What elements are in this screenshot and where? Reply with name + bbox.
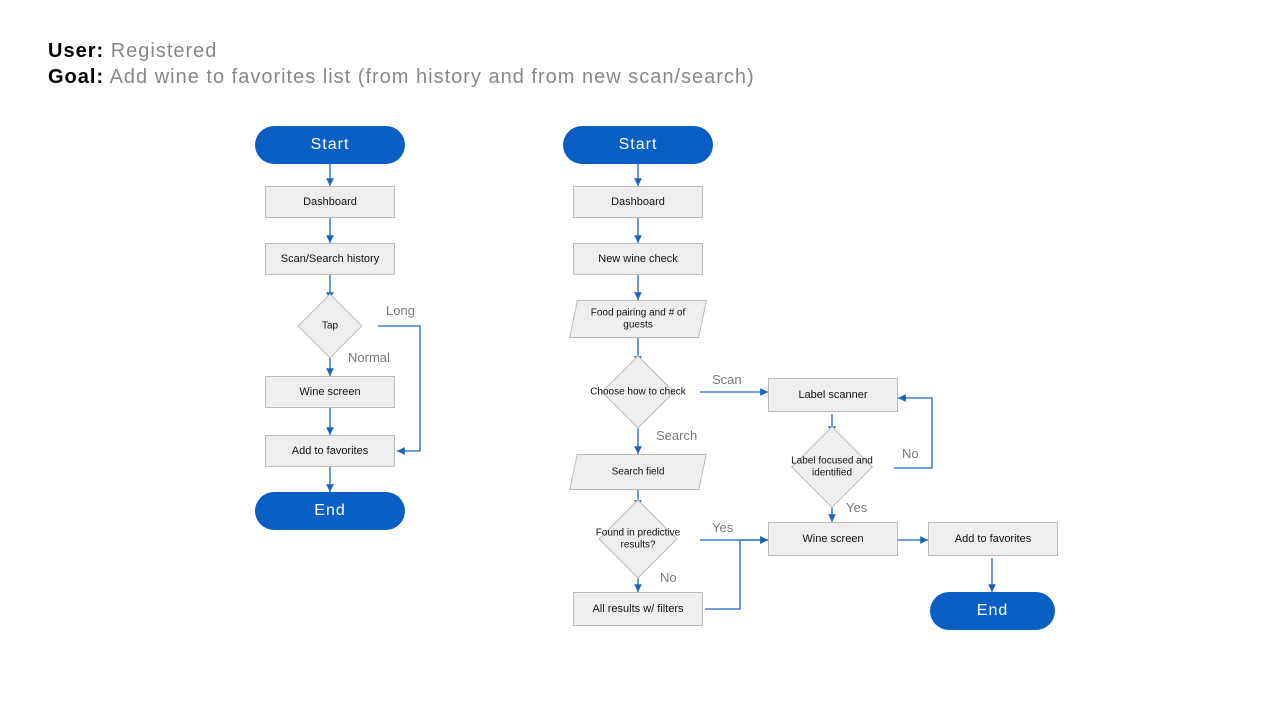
right-found-no-label: No [660, 570, 677, 585]
user-value: Registered [111, 40, 218, 62]
right-found-label: Found in predictive results? [576, 528, 700, 551]
left-history-step: Scan/Search history [265, 243, 395, 275]
left-end-terminator: End [255, 492, 405, 530]
right-start-terminator: Start [563, 126, 713, 164]
right-label-identified-label: Label focused and identified [770, 456, 894, 479]
goal-value: Add wine to favorites list (from history… [110, 66, 755, 88]
right-new-check-step: New wine check [573, 243, 703, 275]
right-label-yes-label: Yes [846, 500, 867, 515]
right-choose-search-label: Search [656, 428, 697, 443]
right-found-decision: Found in predictive results? [576, 508, 700, 570]
left-tap-label: Tap [283, 320, 377, 332]
right-food-guests-label: Food pairing and # of guests [573, 308, 703, 331]
left-tap-decision: Tap [283, 300, 377, 352]
user-label: User: [48, 40, 104, 62]
goal-label: Goal: [48, 66, 104, 88]
right-label-no-label: No [902, 446, 919, 461]
right-end-terminator: End [930, 592, 1055, 630]
right-choose-scan-label: Scan [712, 372, 742, 387]
right-all-results-step: All results w/ filters [573, 592, 703, 626]
flowchart-canvas: User: Registered Goal: Add wine to favor… [0, 0, 1280, 720]
right-dashboard-step: Dashboard [573, 186, 703, 218]
right-add-favorites-step: Add to favorites [928, 522, 1058, 556]
right-food-guests-input: Food pairing and # of guests [573, 300, 703, 338]
left-wine-screen-step: Wine screen [265, 376, 395, 408]
right-label-scanner-step: Label scanner [768, 378, 898, 412]
right-choose-decision: Choose how to check [576, 364, 700, 420]
right-choose-label: Choose how to check [576, 386, 700, 398]
user-line: User: Registered [48, 40, 217, 63]
right-label-identified-decision: Label focused and identified [770, 434, 894, 500]
left-add-favorites-step: Add to favorites [265, 435, 395, 467]
right-found-yes-label: Yes [712, 520, 733, 535]
left-start-terminator: Start [255, 126, 405, 164]
right-wine-screen-step: Wine screen [768, 522, 898, 556]
goal-line: Goal: Add wine to favorites list (from h… [48, 66, 755, 89]
left-tap-normal-label: Normal [348, 350, 390, 365]
right-search-field-label: Search field [573, 466, 703, 478]
left-tap-long-label: Long [386, 303, 415, 318]
left-dashboard-step: Dashboard [265, 186, 395, 218]
right-search-field-input: Search field [573, 454, 703, 490]
